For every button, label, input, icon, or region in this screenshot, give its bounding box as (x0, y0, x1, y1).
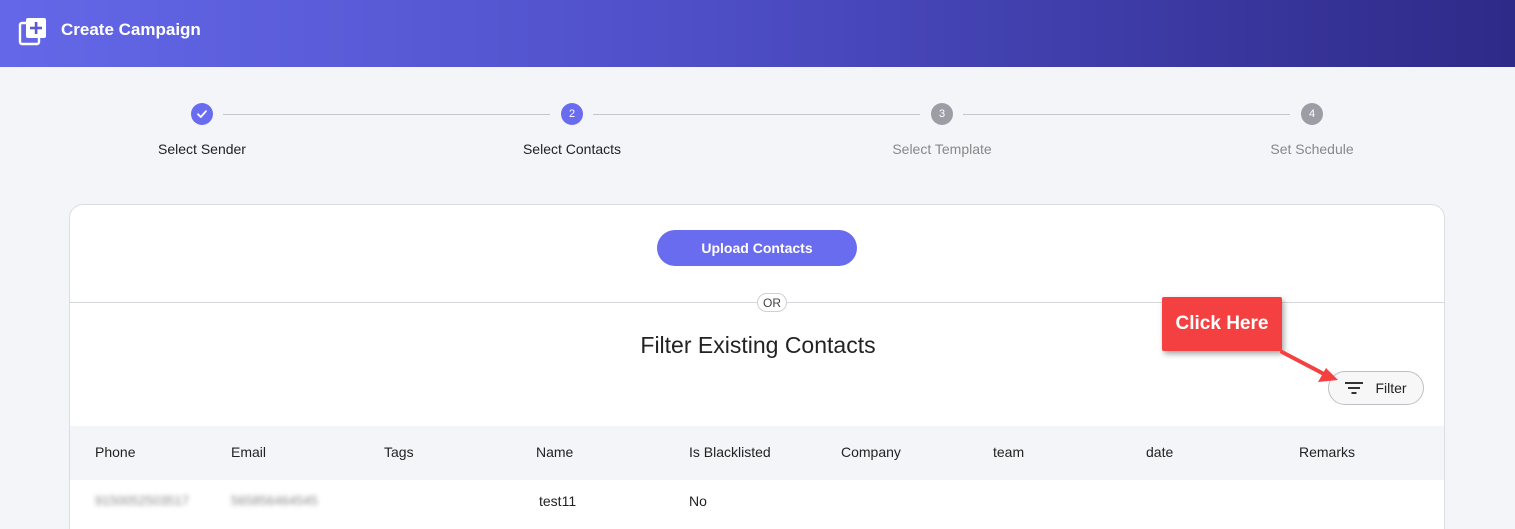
column-header-is-blacklisted[interactable]: Is Blacklisted (689, 444, 771, 460)
upload-contacts-button[interactable]: Upload Contacts (657, 230, 857, 266)
column-header-tags[interactable]: Tags (384, 444, 414, 460)
stepper-connector (223, 114, 550, 115)
add-box-icon (18, 18, 46, 46)
step-3-marker[interactable]: 3 (931, 103, 953, 125)
page-title: Create Campaign (61, 20, 201, 39)
callout-arrow-icon (1280, 350, 1338, 382)
check-icon (197, 110, 207, 118)
stepper-connector (963, 114, 1290, 115)
column-header-phone[interactable]: Phone (95, 444, 135, 460)
step-1-label: Select Sender (158, 141, 246, 157)
stepper-connector (593, 114, 920, 115)
step-3-label: Select Template (892, 141, 992, 157)
top-bar: Create Campaign (0, 0, 1515, 67)
step-4-label: Set Schedule (1270, 141, 1354, 157)
step-4-marker[interactable]: 4 (1301, 103, 1323, 125)
cell-is-blacklisted: No (689, 493, 707, 509)
column-header-company[interactable]: Company (841, 444, 901, 460)
column-header-name[interactable]: Name (536, 444, 573, 460)
column-header-remarks[interactable]: Remarks (1299, 444, 1355, 460)
filter-button[interactable]: Filter (1328, 371, 1424, 405)
column-header-email[interactable]: Email (231, 444, 266, 460)
column-header-team[interactable]: team (993, 444, 1024, 460)
contacts-card: Upload Contacts OR Filter Existing Conta… (69, 204, 1445, 529)
cell-phone: 9150052503517 (95, 493, 189, 508)
step-2-marker[interactable]: 2 (561, 103, 583, 125)
column-header-date[interactable]: date (1146, 444, 1173, 460)
step-2-label: Select Contacts (522, 141, 622, 157)
step-1-marker[interactable] (191, 103, 213, 125)
filter-button-label: Filter (1375, 380, 1407, 396)
cell-email: 565856464545 (231, 493, 318, 508)
cell-name: test11 (539, 493, 577, 509)
or-separator: OR (757, 293, 787, 312)
filter-icon (1345, 382, 1364, 394)
